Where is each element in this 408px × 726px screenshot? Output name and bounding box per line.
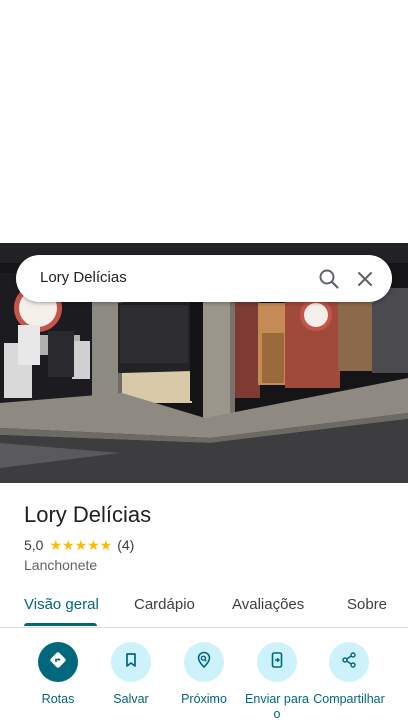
save-icon-circle <box>111 642 151 682</box>
map-area[interactable] <box>0 0 408 243</box>
rating-value: 5,0 <box>24 537 44 553</box>
nearby-label: Próximo <box>181 692 227 706</box>
directions-label: Rotas <box>41 692 75 706</box>
directions-icon <box>48 650 68 675</box>
nearby-button[interactable]: Próximo <box>164 642 244 707</box>
send-to-phone-icon-circle <box>257 642 297 682</box>
search-bar[interactable]: Lory Delícias <box>16 255 392 302</box>
tab-about[interactable]: Sobre <box>347 596 387 614</box>
directions-icon-circle <box>38 642 78 682</box>
directions-button[interactable]: Rotas <box>18 642 98 707</box>
place-title: Lory Delícias <box>24 502 152 527</box>
action-bar: Rotas Salvar Próximo Enviar para o Compa… <box>0 640 408 726</box>
search-input[interactable]: Lory Delícias <box>40 269 127 287</box>
tab-overview[interactable]: Visão geral <box>24 596 99 614</box>
place-category: Lanchonete <box>24 557 98 573</box>
search-icon[interactable] <box>317 267 341 291</box>
send-to-phone-button[interactable]: Enviar para o <box>237 642 317 722</box>
tab-bar: Visão geral Cardápio Avaliações Sobre <box>0 584 408 628</box>
share-button[interactable]: Compartilhar <box>309 642 389 707</box>
review-count[interactable]: (4) <box>117 537 134 553</box>
close-icon[interactable] <box>353 267 377 291</box>
save-label: Salvar <box>113 692 149 706</box>
share-icon-circle <box>329 642 369 682</box>
active-tab-indicator <box>24 623 97 626</box>
nearby-icon-circle <box>184 642 224 682</box>
rating-row[interactable]: 5,0 ★★★★★ (4) <box>24 536 134 554</box>
send-to-phone-label: Enviar para o <box>245 692 309 721</box>
tab-reviews[interactable]: Avaliações <box>232 596 304 614</box>
star-rating-icons: ★★★★★ <box>49 536 113 553</box>
bookmark-icon <box>122 651 140 674</box>
save-button[interactable]: Salvar <box>91 642 171 707</box>
nearby-icon <box>194 650 214 675</box>
share-icon <box>340 651 358 674</box>
send-to-phone-icon <box>268 651 286 674</box>
tab-menu[interactable]: Cardápio <box>134 596 195 614</box>
share-label: Compartilhar <box>313 692 385 706</box>
